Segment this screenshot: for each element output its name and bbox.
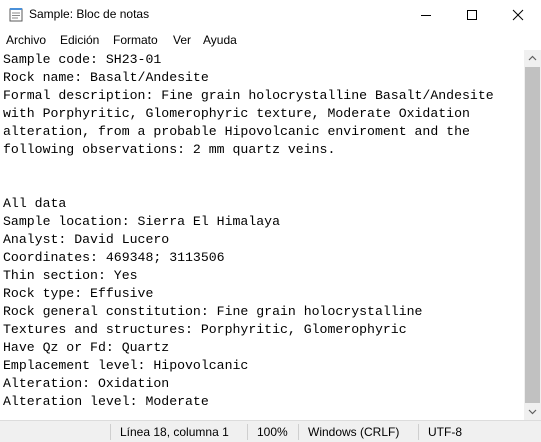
document-text[interactable]: Sample code: SH23-01 Rock name: Basalt/A… xyxy=(3,51,494,411)
text-line: Thin section: Yes xyxy=(3,268,138,283)
menu-archivo[interactable]: Archivo xyxy=(6,33,46,47)
chevron-down-icon xyxy=(528,409,537,415)
text-line: alteration, from a probable Hipovolcanic… xyxy=(3,124,470,139)
status-divider xyxy=(247,424,248,440)
line-ending: Windows (CRLF) xyxy=(308,425,400,439)
text-line: Rock type: Effusive xyxy=(3,286,154,301)
text-line: following observations: 2 mm quartz vein… xyxy=(3,142,336,157)
text-line: Rock name: Basalt/Andesite xyxy=(3,70,209,85)
encoding: UTF-8 xyxy=(428,425,462,439)
cursor-position: Línea 18, columna 1 xyxy=(120,425,229,439)
text-line: Have Qz or Fd: Quartz xyxy=(3,340,170,355)
scroll-down-button[interactable] xyxy=(524,403,541,420)
text-line: Sample code: SH23-01 xyxy=(3,52,162,67)
menu-ver[interactable]: Ver xyxy=(173,33,191,47)
text-line: Textures and structures: Porphyritic, Gl… xyxy=(3,322,407,337)
zoom-level: 100% xyxy=(257,425,288,439)
chevron-up-icon xyxy=(528,55,537,61)
close-icon xyxy=(512,9,524,21)
status-divider xyxy=(418,424,419,440)
text-line: Alteration level: Moderate xyxy=(3,394,209,409)
scrollbar-thumb[interactable] xyxy=(525,67,540,403)
window-title: Sample: Bloc de notas xyxy=(29,7,150,21)
text-editor[interactable]: Sample code: SH23-01 Rock name: Basalt/A… xyxy=(0,50,524,420)
notepad-icon xyxy=(9,7,23,22)
text-line: Rock general constitution: Fine grain ho… xyxy=(3,304,423,319)
title-bar: Sample: Bloc de notas xyxy=(0,0,541,30)
status-divider xyxy=(298,424,299,440)
text-line: Analyst: David Lucero xyxy=(3,232,170,247)
maximize-button[interactable] xyxy=(449,0,495,30)
minimize-button[interactable] xyxy=(403,0,449,30)
menu-edicion[interactable]: Edición xyxy=(60,33,99,47)
text-line: Alteration: Oxidation xyxy=(3,376,170,391)
close-button[interactable] xyxy=(495,0,541,30)
menu-ayuda[interactable]: Ayuda xyxy=(203,33,237,47)
menu-bar: Archivo Edición Formato Ver Ayuda xyxy=(0,30,541,50)
status-divider xyxy=(110,424,111,440)
maximize-icon xyxy=(467,10,477,20)
minimize-icon xyxy=(421,15,431,16)
scroll-up-button[interactable] xyxy=(524,50,541,67)
text-line: Coordinates: 469348; 3113506 xyxy=(3,250,225,265)
menu-formato[interactable]: Formato xyxy=(113,33,158,47)
text-line: Sample location: Sierra El Himalaya xyxy=(3,214,280,229)
text-line: Emplacement level: Hipovolcanic xyxy=(3,358,249,373)
text-line: Formal description: Fine grain holocryst… xyxy=(3,88,494,103)
status-bar: Línea 18, columna 1 100% Windows (CRLF) … xyxy=(0,420,541,442)
vertical-scrollbar[interactable] xyxy=(524,50,541,420)
text-line: with Porphyritic, Glomerophyric texture,… xyxy=(3,106,470,121)
text-line: All data xyxy=(3,196,67,211)
